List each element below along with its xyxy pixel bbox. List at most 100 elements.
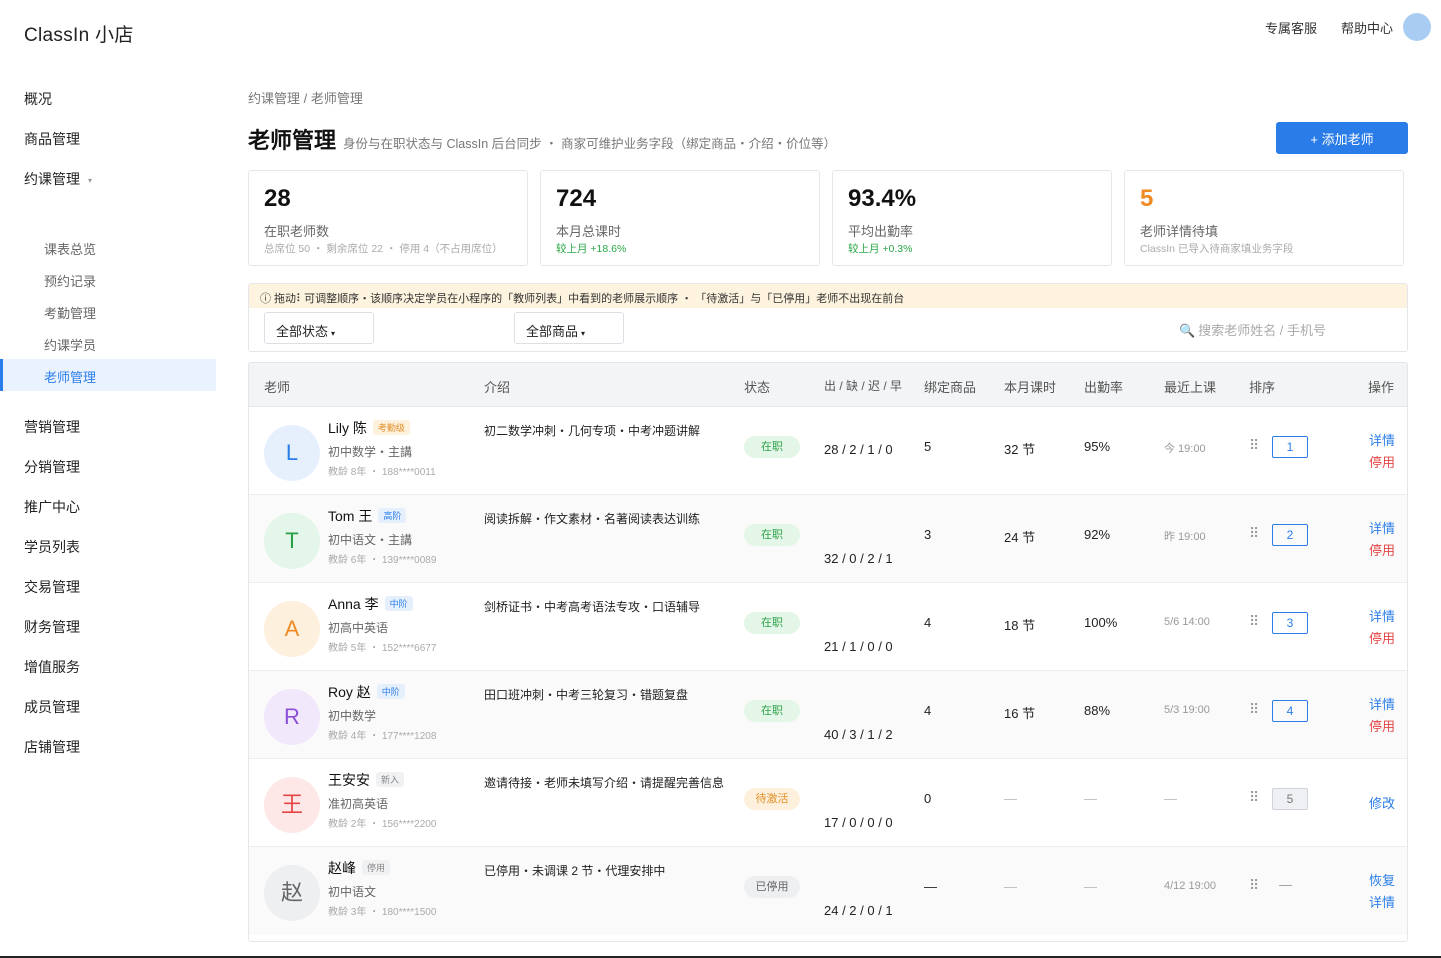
sidebar-item-student-list[interactable]: 学员列表 bbox=[24, 537, 80, 557]
sidebar-item-marketing[interactable]: 营销管理 bbox=[24, 417, 80, 437]
recent-class: 5/6 14:00 bbox=[1164, 616, 1210, 628]
table-row: 王 王安安 新入 准初高英语 教龄 2年 ・ 156****2200 邀请待接・老… bbox=[249, 759, 1407, 847]
caret-icon: ▾ bbox=[581, 329, 586, 338]
brand-logo[interactable]: ClassIn 小店 bbox=[24, 20, 134, 47]
sidebar-item-value-added[interactable]: 增值服务 bbox=[24, 657, 80, 677]
bound-products: 5 bbox=[924, 439, 932, 454]
teacher-subject: 初中数学・主講 bbox=[328, 445, 413, 459]
stat-note: 总席位 50 ・ 剩余席位 22 ・ 停用 4（不占用席位） bbox=[264, 243, 503, 255]
teacher-intro: 田口班冲刺・中考三轮复习・错题复盘 bbox=[484, 688, 689, 702]
sidebar-subitem-students[interactable]: 约课学员 bbox=[44, 335, 96, 354]
status-select[interactable]: 全部状态 ▾ bbox=[264, 312, 374, 344]
column-header-bound: 绑定商品 bbox=[924, 380, 977, 395]
level-badge: 中阶 bbox=[384, 596, 413, 611]
level-badge: 高阶 bbox=[378, 508, 407, 523]
sidebar-item-distribution[interactable]: 分销管理 bbox=[24, 457, 80, 477]
teacher-name-text: Tom 王 bbox=[328, 508, 373, 524]
stat-note: ClassIn 已导入待商家填业务字段 bbox=[1140, 243, 1294, 255]
service-link[interactable]: 专属客服 bbox=[1265, 18, 1317, 37]
details-link[interactable]: 详情 bbox=[1369, 518, 1395, 537]
column-header-teacher: 老师 bbox=[264, 380, 291, 395]
order-input[interactable]: 2 bbox=[1272, 524, 1308, 546]
column-header-rate: 出勤率 bbox=[1084, 380, 1124, 395]
avatar: R bbox=[264, 689, 320, 745]
stat-note: 较上月 +18.6% bbox=[556, 243, 627, 255]
sidebar-item-shop[interactable]: 店铺管理 bbox=[24, 737, 80, 757]
teacher-name: 王安安 新入 bbox=[328, 770, 405, 790]
bound-products: 3 bbox=[924, 527, 932, 542]
attendance-rate: — bbox=[1084, 879, 1097, 894]
sidebar-subitem-teachers[interactable]: 老师管理 bbox=[0, 359, 216, 391]
top-right-links: 专属客服 帮助中心 bbox=[1265, 13, 1431, 41]
teacher-name: Lily 陈考勤级 bbox=[328, 418, 410, 438]
order-input[interactable]: 3 bbox=[1272, 612, 1308, 634]
breadcrumb[interactable]: 约课管理 / 老师管理 bbox=[248, 88, 363, 107]
sidebar-item-label: 约课管理 bbox=[24, 171, 80, 187]
disable-link[interactable]: 停用 bbox=[1369, 628, 1395, 647]
order-input[interactable]: 1 bbox=[1272, 436, 1308, 458]
disable-link[interactable]: 停用 bbox=[1369, 540, 1395, 559]
teacher-name: Tom 王高阶 bbox=[328, 506, 407, 526]
teacher-subject: 初中数学 bbox=[328, 709, 377, 723]
status-badge: 在职 bbox=[744, 436, 800, 458]
drag-order-tip: ⓘ 拖动⠇可调整顺序・该顺序决定学员在小程序的「教师列表」中看到的老师展示顺序 … bbox=[249, 284, 1407, 308]
sidebar-item-booking[interactable]: 约课管理 ▾ bbox=[24, 169, 92, 189]
sidebar-item-members[interactable]: 成员管理 bbox=[24, 697, 80, 717]
attendance-counts: 28 / 2 / 1 / 0 bbox=[824, 442, 893, 457]
teacher-meta: 教龄 3年 ・ 180****1500 bbox=[328, 907, 437, 918]
attendance-rate: 92% bbox=[1084, 527, 1111, 542]
avatar: L bbox=[264, 425, 320, 481]
sidebar-subitem-reservations[interactable]: 预约记录 bbox=[44, 271, 96, 290]
stat-card-active-teachers: 28 在职老师数 总席位 50 ・ 剩余席位 22 ・ 停用 4（不占用席位） bbox=[248, 170, 528, 266]
edit-link[interactable]: 修改 bbox=[1369, 793, 1395, 812]
user-avatar[interactable] bbox=[1403, 13, 1431, 41]
drag-handle-icon[interactable]: ⠿ bbox=[1249, 789, 1259, 806]
teacher-intro: 阅读拆解・作文素材・名著阅读表达训练 bbox=[484, 512, 701, 526]
bound-products: 0 bbox=[924, 791, 932, 806]
attendance-counts: 40 / 3 / 1 / 2 bbox=[824, 727, 893, 742]
drag-handle-icon[interactable]: ⠿ bbox=[1249, 877, 1259, 894]
drag-handle-icon[interactable]: ⠿ bbox=[1249, 525, 1259, 542]
order-input[interactable]: 5 bbox=[1272, 788, 1308, 810]
disable-link[interactable]: 停用 bbox=[1369, 716, 1395, 735]
teacher-name: Anna 李中阶 bbox=[328, 594, 413, 614]
caret-icon: ▾ bbox=[88, 175, 93, 185]
add-teacher-button[interactable]: + 添加老师 bbox=[1276, 122, 1408, 154]
teacher-intro: 初二数学冲刺・几何专项・中考冲题讲解 bbox=[484, 424, 701, 438]
help-center-link[interactable]: 帮助中心 bbox=[1341, 18, 1393, 37]
sidebar-item-products[interactable]: 商品管理 bbox=[24, 129, 80, 149]
disable-link[interactable]: 停用 bbox=[1369, 452, 1395, 471]
order-input[interactable]: 4 bbox=[1272, 700, 1308, 722]
details-link[interactable]: 详情 bbox=[1369, 892, 1395, 911]
sidebar-subitem-schedule[interactable]: 课表总览 bbox=[44, 239, 96, 258]
status-badge: 已停用 bbox=[744, 876, 800, 898]
status-badge: 在职 bbox=[744, 524, 800, 546]
attendance-rate: — bbox=[1084, 791, 1097, 806]
restore-link[interactable]: 恢复 bbox=[1369, 870, 1395, 889]
drag-handle-icon[interactable]: ⠿ bbox=[1249, 613, 1259, 630]
bound-products: 4 bbox=[924, 703, 932, 718]
column-header-hours: 本月课时 bbox=[1004, 380, 1057, 395]
teacher-meta: 教龄 8年 ・ 188****0011 bbox=[328, 467, 436, 478]
details-link[interactable]: 详情 bbox=[1369, 694, 1395, 713]
sidebar-item-overview[interactable]: 概况 bbox=[24, 89, 52, 109]
table-row: 赵 赵峰 停用 初中语文 教龄 3年 ・ 180****1500 已停用・未调课 … bbox=[249, 847, 1407, 935]
sidebar-item-transactions[interactable]: 交易管理 bbox=[24, 577, 80, 597]
drag-handle-icon[interactable]: ⠿ bbox=[1249, 701, 1259, 718]
recent-class: 4/12 19:00 bbox=[1164, 880, 1216, 892]
details-link[interactable]: 详情 bbox=[1369, 606, 1395, 625]
search-input[interactable]: 🔍 搜索老师姓名 / 手机号 bbox=[1179, 320, 1326, 339]
sidebar-subitem-attendance[interactable]: 考勤管理 bbox=[44, 303, 96, 322]
drag-handle-icon[interactable]: ⠿ bbox=[1249, 437, 1259, 454]
teacher-subject: 初高中英语 bbox=[328, 621, 389, 635]
avatar: 赵 bbox=[264, 865, 320, 921]
sidebar-item-finance[interactable]: 财务管理 bbox=[24, 617, 80, 637]
stat-card-pending-details[interactable]: 5 老师详情待填 ClassIn 已导入待商家填业务字段 bbox=[1124, 170, 1404, 266]
sidebar-item-promotion[interactable]: 推广中心 bbox=[24, 497, 80, 517]
product-select[interactable]: 全部商品 ▾ bbox=[514, 312, 624, 344]
details-link[interactable]: 详情 bbox=[1369, 430, 1395, 449]
order-value: — bbox=[1279, 877, 1292, 892]
column-header-ops: 操作 bbox=[1368, 380, 1395, 395]
level-badge: 考勤级 bbox=[372, 420, 410, 435]
recent-class: — bbox=[1164, 791, 1177, 806]
